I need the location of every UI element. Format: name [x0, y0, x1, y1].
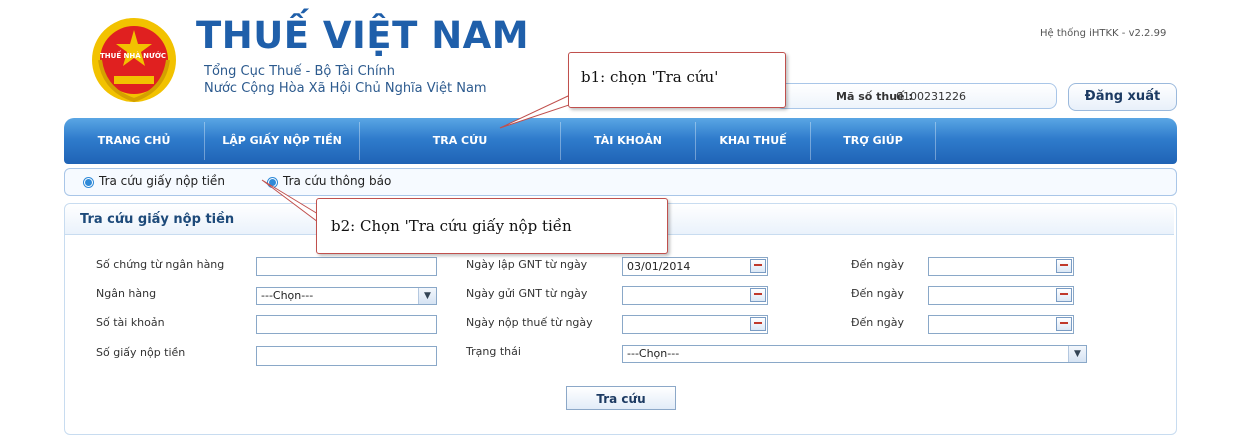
- callout-step-1: b1: chọn 'Tra cứu': [568, 52, 786, 108]
- callout-step-2: b2: Chọn 'Tra cứu giấy nộp tiền: [316, 198, 668, 254]
